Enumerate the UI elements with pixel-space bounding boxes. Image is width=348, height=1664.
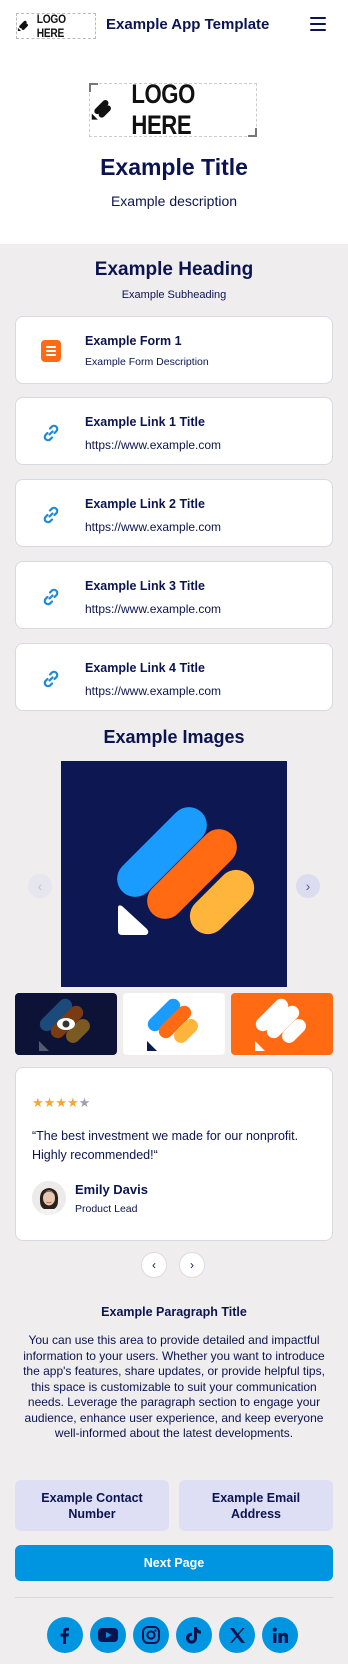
brand-logo-icon xyxy=(91,100,111,120)
link-title: Example Link 2 Title xyxy=(85,497,205,511)
link-title: Example Link 3 Title xyxy=(85,579,205,593)
form-card[interactable]: Example Form 1 Example Form Description xyxy=(15,316,333,384)
gallery-thumbnail[interactable] xyxy=(231,993,333,1055)
chevron-left-icon: ‹ xyxy=(152,1258,156,1272)
link-title: Example Link 1 Title xyxy=(85,415,205,429)
testimonial-prev-button[interactable]: ‹ xyxy=(141,1252,167,1278)
chevron-right-icon: › xyxy=(305,878,311,894)
page-title: Example Title xyxy=(100,154,248,180)
header-logo-text: LOGO HERE xyxy=(36,12,66,40)
gallery-prev-button[interactable]: ‹ xyxy=(28,874,52,898)
instagram-icon[interactable] xyxy=(133,1617,169,1653)
header-logo[interactable]: LOGO HERE xyxy=(16,12,96,40)
link-icon xyxy=(40,422,62,444)
gallery-main-image[interactable] xyxy=(61,761,287,987)
testimonial-next-button[interactable]: › xyxy=(179,1252,205,1278)
section-heading: Example Heading xyxy=(94,259,254,280)
link-card[interactable]: Example Link 2 Title https://www.example… xyxy=(15,479,333,547)
gallery-thumbnail[interactable] xyxy=(123,993,225,1055)
star-icon: ★ xyxy=(66,1095,79,1110)
gallery-thumbnail[interactable] xyxy=(15,993,117,1055)
paragraph-text: You can use this area to provide detaile… xyxy=(23,1333,325,1440)
divider xyxy=(15,1597,333,1598)
images-heading: Example Images xyxy=(103,727,245,747)
form-description: Example Form Description xyxy=(85,356,209,368)
top-bar: LOGO HERE Example App Template xyxy=(0,0,348,50)
facebook-icon[interactable] xyxy=(47,1617,83,1653)
reviewer-role: Product Lead xyxy=(75,1203,138,1215)
link-url: https://www.example.com xyxy=(85,438,222,452)
chevron-right-icon: › xyxy=(190,1258,194,1272)
link-url: https://www.example.com xyxy=(85,602,222,616)
link-card[interactable]: Example Link 3 Title https://www.example… xyxy=(15,561,333,629)
testimonial-quote: “The best investment we made for our non… xyxy=(32,1129,299,1162)
link-icon xyxy=(40,586,62,608)
link-card[interactable]: Example Link 1 Title https://www.example… xyxy=(15,397,333,465)
link-icon xyxy=(40,504,62,526)
star-icon: ★ xyxy=(55,1095,67,1110)
page-description: Example description xyxy=(110,193,238,209)
form-title: Example Form 1 xyxy=(85,334,182,348)
star-icon: ★ xyxy=(43,1095,56,1110)
link-icon xyxy=(40,668,62,690)
youtube-icon[interactable] xyxy=(90,1617,126,1653)
contact-email-button[interactable]: Example Email Address xyxy=(179,1480,333,1531)
avatar xyxy=(32,1181,66,1215)
link-url: https://www.example.com xyxy=(85,520,222,534)
chevron-left-icon: ‹ xyxy=(37,878,43,894)
tiktok-icon[interactable] xyxy=(176,1617,212,1653)
paragraph-title: Example Paragraph Title xyxy=(101,1305,247,1319)
brand-logo-icon xyxy=(17,20,28,32)
star-icon: ★ xyxy=(78,1095,91,1110)
contact-number-button[interactable]: Example Contact Number xyxy=(15,1480,169,1531)
hero-logo-text: LOGO HERE xyxy=(131,79,195,140)
hamburger-menu-icon[interactable] xyxy=(310,17,326,31)
hero-section: LOGO HERE Example Title Example descript… xyxy=(0,50,348,244)
testimonial-card: ★★★★★ “The best investment we made for o… xyxy=(15,1067,333,1241)
rating-stars: ★★★★★ xyxy=(32,1095,90,1111)
x-icon[interactable] xyxy=(219,1617,255,1653)
linkedin-icon[interactable] xyxy=(262,1617,298,1653)
gallery-next-button[interactable]: › xyxy=(296,874,320,898)
link-url: https://www.example.com xyxy=(85,684,222,698)
reviewer-name: Emily Davis xyxy=(75,1182,148,1197)
link-title: Example Link 4 Title xyxy=(85,661,205,675)
star-icon: ★ xyxy=(32,1095,44,1110)
next-page-button[interactable]: Next Page xyxy=(15,1545,333,1581)
section-subheading: Example Subheading xyxy=(121,289,227,301)
form-document-icon xyxy=(40,340,62,362)
hero-logo: LOGO HERE xyxy=(89,79,257,140)
link-card[interactable]: Example Link 4 Title https://www.example… xyxy=(15,643,333,711)
app-title: Example App Template xyxy=(106,16,270,33)
